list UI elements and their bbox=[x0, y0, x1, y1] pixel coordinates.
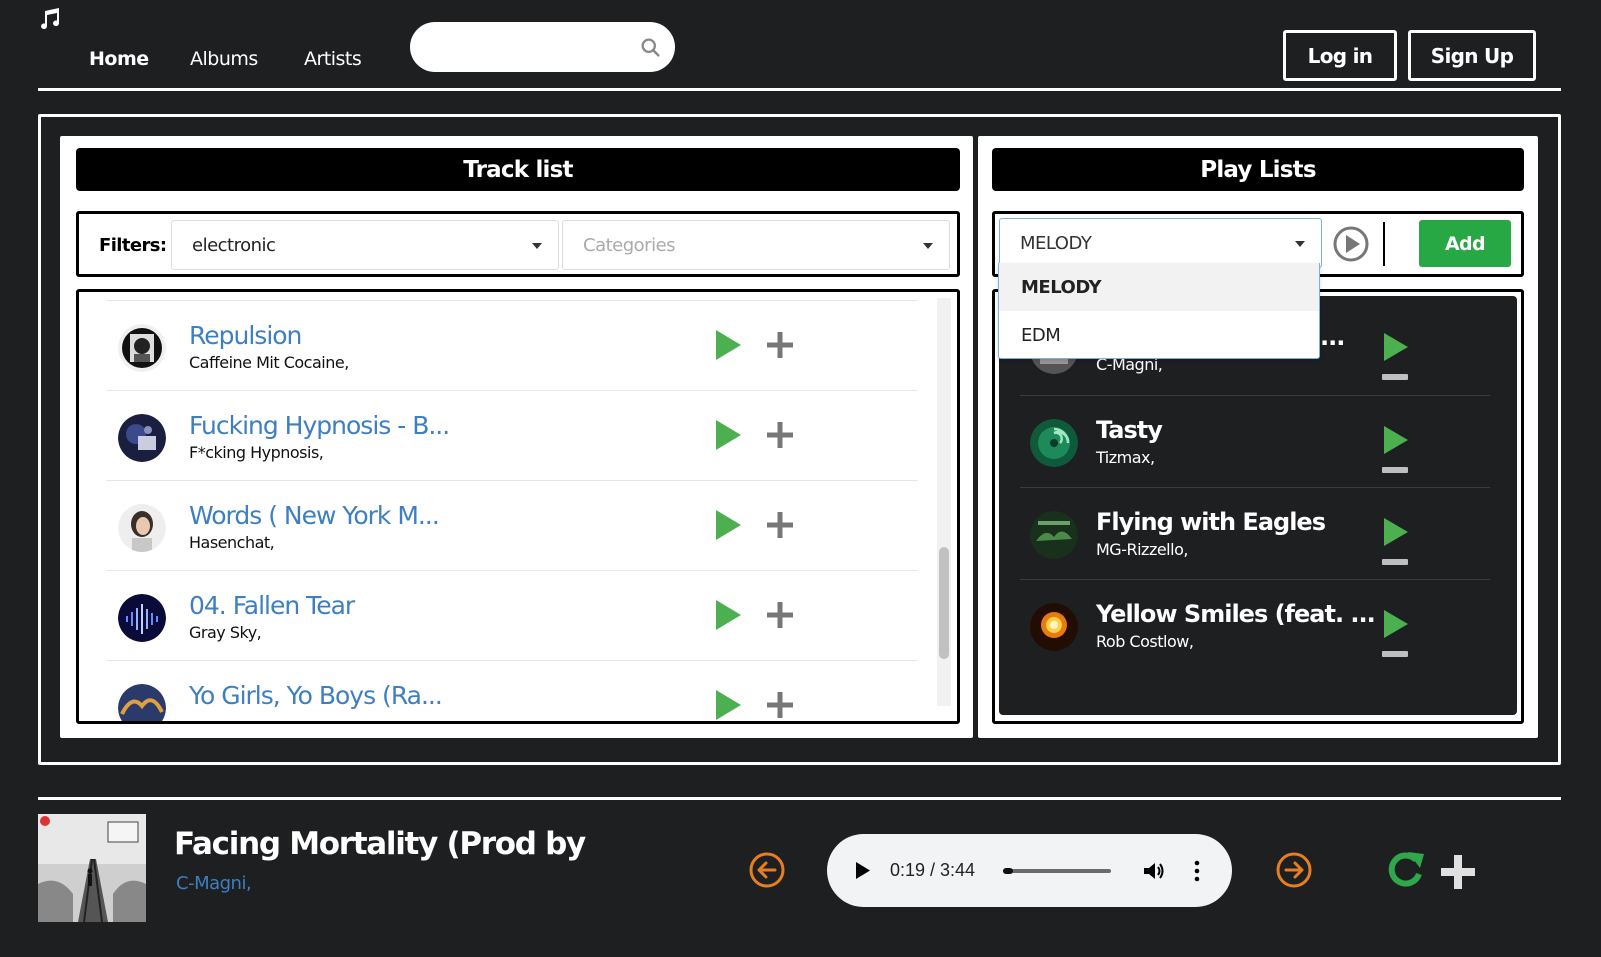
track-title[interactable]: 04. Fallen Tear bbox=[189, 591, 355, 620]
music-note-icon[interactable] bbox=[38, 6, 62, 32]
divider bbox=[1383, 222, 1385, 266]
filters-label: Filters: bbox=[99, 235, 167, 256]
login-button[interactable]: Log in bbox=[1283, 30, 1397, 81]
filter-bar: Filters: electronic Categories bbox=[76, 211, 960, 277]
playlist-track-title[interactable]: Flying with Eagles bbox=[1096, 508, 1326, 536]
playlist-track-artist: Rob Costlow, bbox=[1096, 632, 1194, 651]
track-avatar bbox=[118, 414, 166, 462]
track-title[interactable]: Words ( New York M... bbox=[189, 501, 440, 530]
playlist-row: Flying with Eagles MG-Rizzello, bbox=[1020, 487, 1490, 579]
categories-select[interactable]: Categories bbox=[562, 220, 950, 270]
play-icon[interactable] bbox=[1382, 424, 1410, 456]
playlist-row: Yellow Smiles (feat. ... Rob Costlow, bbox=[1020, 579, 1490, 671]
signup-button[interactable]: Sign Up bbox=[1408, 30, 1536, 81]
play-icon[interactable] bbox=[713, 598, 743, 632]
track-avatar bbox=[1030, 603, 1078, 651]
playlist-select[interactable]: MELODY bbox=[999, 218, 1322, 268]
track-avatar bbox=[1030, 511, 1078, 559]
track-row: Fucking Hypnosis - B... F*cking Hypnosis… bbox=[106, 390, 918, 482]
track-artist: Caffeine Mit Cocaine, bbox=[189, 353, 349, 372]
remove-icon[interactable] bbox=[1382, 651, 1408, 657]
chevron-down-icon bbox=[923, 243, 933, 249]
remove-icon[interactable] bbox=[1382, 559, 1408, 565]
track-avatar bbox=[118, 684, 166, 721]
plus-icon[interactable] bbox=[766, 691, 794, 719]
search-input[interactable] bbox=[430, 34, 620, 60]
plus-icon[interactable] bbox=[766, 331, 794, 359]
previous-icon[interactable] bbox=[748, 851, 786, 889]
search-bar bbox=[410, 22, 675, 72]
track-artist: Hasenchat, bbox=[189, 533, 275, 552]
track-title[interactable]: Yo Girls, Yo Boys (Ra... bbox=[189, 681, 443, 710]
add-playlist-button[interactable]: Add bbox=[1419, 220, 1511, 267]
next-icon[interactable] bbox=[1275, 851, 1313, 889]
nav-albums-link[interactable]: Albums bbox=[190, 48, 258, 70]
genre-select[interactable]: electronic bbox=[171, 220, 559, 270]
playlist-option[interactable]: MELODY bbox=[999, 263, 1319, 311]
seek-bar-progress bbox=[1003, 868, 1013, 874]
playlist-selected-value: MELODY bbox=[1020, 233, 1092, 254]
track-row: Words ( New York M... Hasenchat, bbox=[106, 480, 918, 572]
album-cover bbox=[38, 814, 146, 922]
remove-icon[interactable] bbox=[1382, 374, 1408, 380]
more-options-icon[interactable] bbox=[1194, 860, 1200, 882]
playlist-track-artist: MG-Rizzello, bbox=[1096, 540, 1188, 559]
play-icon[interactable] bbox=[713, 328, 743, 362]
play-icon[interactable] bbox=[1382, 608, 1410, 640]
plus-icon[interactable] bbox=[1440, 854, 1476, 890]
audio-player: 0:19 / 3:44 bbox=[827, 834, 1232, 907]
plus-icon[interactable] bbox=[766, 601, 794, 629]
playback-time: 0:19 / 3:44 bbox=[890, 860, 976, 880]
plus-icon[interactable] bbox=[766, 511, 794, 539]
track-avatar bbox=[118, 324, 166, 372]
search-icon[interactable] bbox=[640, 37, 661, 58]
track-avatar bbox=[118, 594, 166, 642]
volume-icon[interactable] bbox=[1142, 860, 1166, 882]
now-playing-artist[interactable]: C-Magni, bbox=[176, 873, 252, 894]
playlist-track-title[interactable]: Yellow Smiles (feat. ... bbox=[1096, 600, 1376, 628]
track-artist: Gray Sky, bbox=[189, 623, 262, 642]
playlist-track-artist: Tizmax, bbox=[1096, 448, 1155, 467]
nav-home-link[interactable]: Home bbox=[89, 48, 149, 70]
play-icon[interactable] bbox=[1382, 331, 1410, 363]
plus-icon[interactable] bbox=[766, 421, 794, 449]
chevron-down-icon bbox=[1295, 241, 1305, 247]
track-title[interactable]: Fucking Hypnosis - B... bbox=[189, 411, 450, 440]
tracklist-title: Track list bbox=[76, 148, 960, 191]
track-row: Yo Girls, Yo Boys (Ra... bbox=[106, 660, 918, 722]
categories-placeholder: Categories bbox=[583, 235, 676, 256]
play-icon[interactable] bbox=[713, 688, 743, 722]
tracklist-panel: Track list Filters: electronic Categorie… bbox=[60, 136, 973, 738]
play-icon[interactable] bbox=[713, 508, 743, 542]
now-playing-title: Facing Mortality (Prod by bbox=[174, 826, 586, 862]
track-row: Repulsion Caffeine Mit Cocaine, bbox=[106, 300, 918, 392]
track-artist: F*cking Hypnosis, bbox=[189, 443, 324, 462]
seek-bar[interactable] bbox=[1003, 868, 1111, 874]
track-title[interactable]: Repulsion bbox=[189, 321, 302, 350]
player-divider bbox=[38, 797, 1561, 800]
play-icon[interactable] bbox=[713, 418, 743, 452]
playlists-title: Play Lists bbox=[992, 148, 1524, 191]
playlist-row: Tasty Tizmax, bbox=[1020, 395, 1490, 487]
remove-icon[interactable] bbox=[1382, 467, 1408, 473]
repeat-icon[interactable] bbox=[1386, 850, 1426, 890]
track-row: 04. Fallen Tear Gray Sky, bbox=[106, 570, 918, 662]
track-avatar bbox=[118, 504, 166, 552]
track-avatar bbox=[1030, 419, 1078, 467]
chevron-down-icon bbox=[532, 243, 542, 249]
play-icon[interactable] bbox=[855, 861, 871, 880]
playlists-panel: Play Lists MELODY Add ... C-Magni, Tasty… bbox=[978, 136, 1538, 738]
playlist-dropdown-menu: MELODY EDM bbox=[998, 263, 1320, 359]
genre-value: electronic bbox=[192, 235, 276, 256]
play-icon[interactable] bbox=[1382, 516, 1410, 548]
playlist-track-title[interactable]: Tasty bbox=[1096, 416, 1163, 444]
playlist-option[interactable]: EDM bbox=[999, 311, 1319, 359]
nav-artists-link[interactable]: Artists bbox=[304, 48, 362, 70]
header-divider bbox=[38, 88, 1561, 91]
track-list[interactable]: Repulsion Caffeine Mit Cocaine, Fucking … bbox=[76, 289, 960, 724]
playlist-track-title[interactable]: ... bbox=[1320, 323, 1345, 351]
scrollbar-thumb[interactable] bbox=[939, 547, 949, 659]
play-circle-icon[interactable] bbox=[1332, 225, 1370, 263]
